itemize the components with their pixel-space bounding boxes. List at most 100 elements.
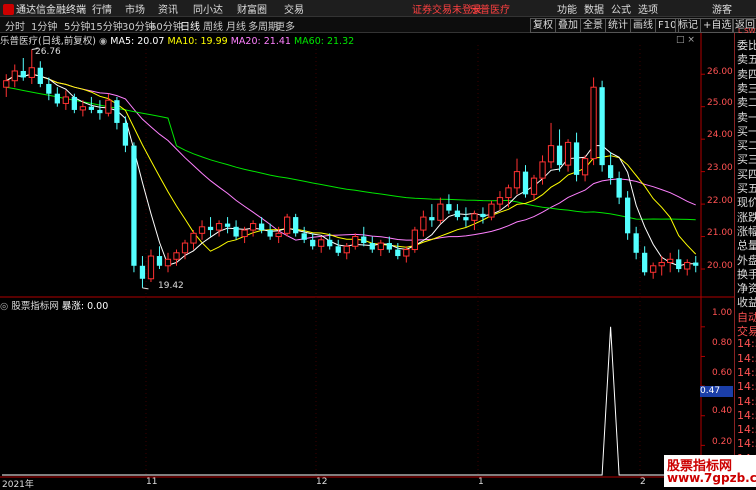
candle-body [131,145,137,266]
candle-body [20,70,26,78]
candle-body [3,80,10,88]
y-tick: 22.00 [707,196,733,206]
candle-body [249,223,257,231]
candle-body [403,249,410,257]
candle-body [88,106,95,110]
candle-body [616,178,622,198]
candle-body [625,197,631,234]
candle-body [420,216,427,231]
candle-body [156,256,163,266]
candle-body [676,259,682,270]
candle-body [471,213,478,221]
y-tick-sub: 0.80 [712,338,733,348]
candle-body [335,246,341,253]
candle-body [684,262,691,270]
side-item: 14:50 [737,337,756,351]
side-item: 14:50 [737,380,756,394]
candle-body [293,217,299,234]
high-price-label: 26.76 [35,47,61,57]
indicator-line [2,326,700,476]
candle-body [581,158,589,176]
candle-body [258,223,265,231]
candle-body [556,145,563,166]
candle-body [164,258,172,267]
candle-body [505,187,512,199]
candle-body [343,245,350,254]
candle-body [79,106,87,111]
candle-body [327,239,333,247]
side-item: 14:50 [737,408,756,422]
y-tick: 20.00 [707,261,733,271]
side-item: 14:50 [737,365,756,379]
candle-body [564,141,572,166]
candle-body [275,232,282,238]
candle-body [642,252,648,273]
side-item: 14:50 [737,423,756,437]
candle-body [97,109,103,114]
candle-body [122,122,129,146]
candle-body [37,67,43,84]
candle-body [599,87,605,166]
candle-body [224,223,231,227]
candle-body [377,242,384,251]
candle-body [547,145,555,163]
candle-body [361,236,367,244]
candle-body [284,216,291,234]
candle-body [139,265,146,279]
y-tick: 26.00 [707,67,733,77]
x-label: 1 [478,477,484,487]
y-tick: 23.00 [707,163,733,173]
candle-body [522,171,529,195]
low-price-label: 19.42 [158,281,184,291]
y-tick: 24.00 [707,130,733,140]
y-tick: 21.00 [707,228,733,238]
candle-body [446,204,452,211]
candle-body [114,100,120,123]
candle-body [28,67,35,78]
candle-body [667,258,674,264]
x-label: 11 [146,477,158,487]
candle-body [437,203,444,221]
candle-body [62,96,69,104]
candle-body [386,243,392,250]
candle-body [233,226,239,237]
y-tick: 25.00 [707,98,733,108]
candle-body [46,83,52,94]
candle-body [105,99,112,114]
candle-body [352,236,359,247]
candle-body [658,262,665,267]
side-item: 14:50 [737,437,756,451]
candle-body [54,93,60,104]
candle-body [650,265,657,273]
candle-body [693,262,699,266]
candle-body [633,233,639,253]
y-tick-sub: 1.00 [712,308,733,318]
candle-body [147,255,155,280]
candle-body [530,177,538,195]
candle-body [215,223,223,231]
candle-body [513,171,521,189]
x-label: 2 [640,477,646,487]
low-pointer [142,287,149,290]
candle-body [480,213,486,218]
x-label: 12 [316,477,328,487]
candle-body [71,96,77,110]
side-small-label: L SW [738,27,756,35]
stock-chart[interactable] [0,0,756,487]
candle-body [173,252,180,260]
candle-body [429,217,435,221]
indicator-marker: 0.47 [700,386,733,397]
candle-body [454,210,461,218]
y-tick-sub: 0.60 [712,368,733,378]
side-item: 14:50 [737,351,756,365]
candle-body [198,226,206,234]
candle-body [496,197,504,205]
y-tick-sub: 0.40 [712,406,733,416]
candle-body [301,233,307,240]
y-tick-sub: 0.20 [712,437,733,447]
candle-body [607,165,614,179]
side-item: 14:50 [737,394,756,408]
x-label: 2021年 [2,480,34,490]
candle-body [590,86,597,160]
candle-body [267,230,273,237]
